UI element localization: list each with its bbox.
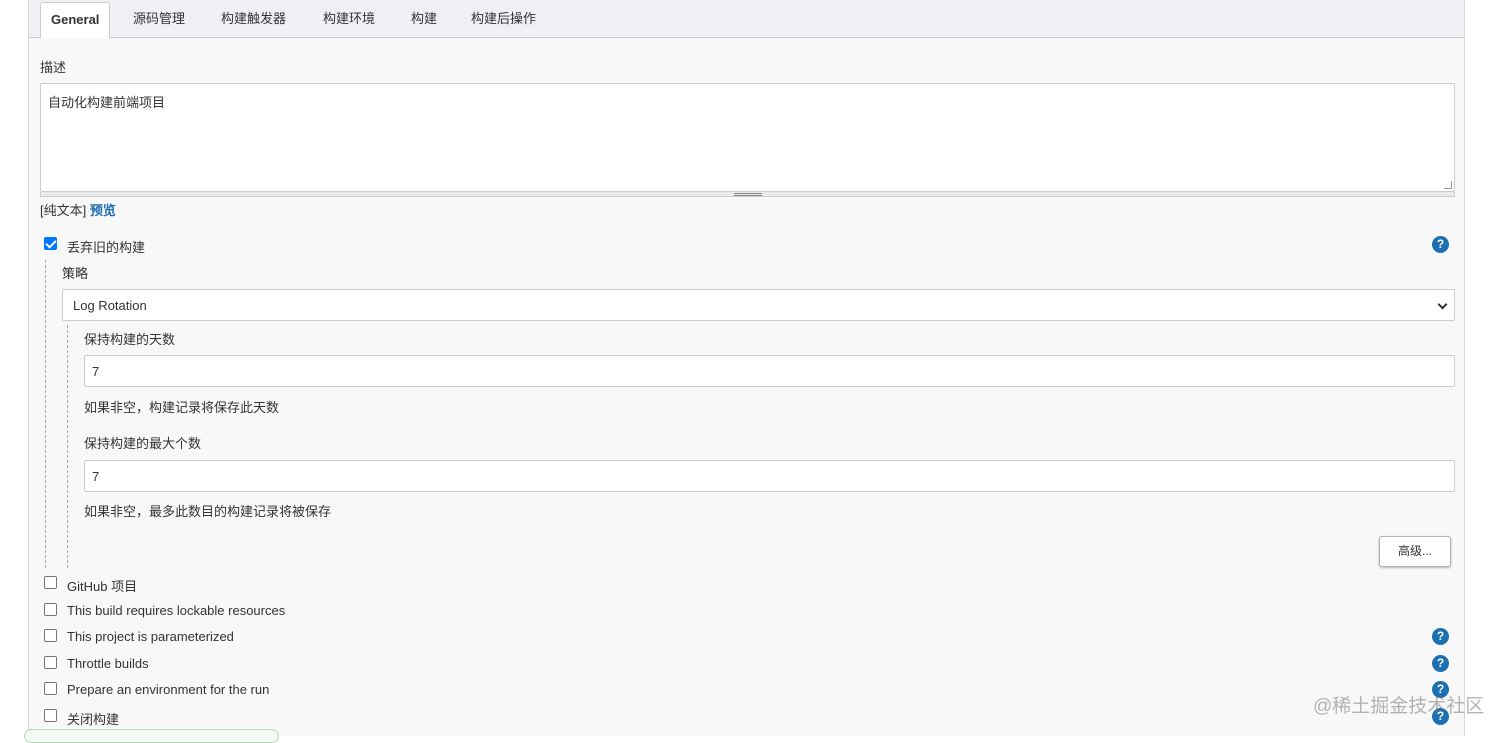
tab-build[interactable]: 构建 [411,0,437,38]
parameterized-checkbox[interactable] [44,629,57,642]
parameterized-label: This project is parameterized [67,629,234,644]
strategy-select[interactable]: Log Rotation [62,289,1455,321]
description-value: 自动化构建前端项目 [48,95,166,110]
days-to-keep-value: 7 [92,364,100,379]
bottom-status-tag [24,729,279,743]
disable-build-label: 关闭构建 [67,712,120,727]
discard-old-builds-label: 丢弃旧的构建 [67,240,146,255]
advanced-button[interactable]: 高级... [1379,536,1451,567]
max-builds-value: 7 [92,469,100,484]
tab-source-code-management[interactable]: 源码管理 [133,0,185,38]
disable-build-checkbox[interactable] [44,709,57,722]
help-icon[interactable]: ? [1432,655,1449,672]
config-tab-bar: General 源码管理 构建触发器 构建环境 构建 构建后操作 [29,0,1464,39]
days-to-keep-label: 保持构建的天数 [84,332,176,347]
throttle-builds-checkbox[interactable] [44,656,57,669]
watermark: @稀土掘金技术社区 [1313,696,1485,717]
job-config-panel: General 源码管理 构建触发器 构建环境 构建 构建后操作 描述 自动化构… [28,0,1465,736]
description-label: 描述 [40,60,67,75]
plain-text-label: [纯文本] [40,203,87,218]
tab-post-build-actions[interactable]: 构建后操作 [471,0,536,38]
discard-old-builds-checkbox[interactable] [44,237,57,250]
strategy-selected-value: Log Rotation [73,298,147,313]
prepare-environment-label: Prepare an environment for the run [67,682,270,697]
help-icon[interactable]: ? [1432,236,1449,253]
resize-grip-icon[interactable] [1444,181,1452,189]
max-builds-input[interactable]: 7 [84,460,1455,492]
tab-build-triggers[interactable]: 构建触发器 [221,0,286,38]
days-to-keep-input[interactable]: 7 [84,355,1455,387]
throttle-builds-label: Throttle builds [67,656,149,671]
max-builds-hint: 如果非空，最多此数目的构建记录将被保存 [84,504,332,519]
preview-link[interactable]: 预览 [90,203,116,218]
days-to-keep-hint: 如果非空，构建记录将保存此天数 [84,400,280,415]
subsection-guide-line [67,325,68,568]
description-format-row: [纯文本] 预览 [40,200,116,219]
textarea-drag-bar[interactable] [40,192,1455,197]
github-project-label: GitHub 项目 [67,579,138,594]
chevron-down-icon [1437,299,1448,310]
drag-handle-icon [734,193,762,196]
strategy-label: 策略 [62,266,89,281]
github-project-checkbox[interactable] [44,576,57,589]
tab-general[interactable]: General [40,2,111,39]
help-icon[interactable]: ? [1432,628,1449,645]
tab-build-environment[interactable]: 构建环境 [323,0,375,38]
description-textarea[interactable]: 自动化构建前端项目 [40,83,1455,192]
max-builds-label: 保持构建的最大个数 [84,436,202,451]
prepare-environment-checkbox[interactable] [44,682,57,695]
lockable-resources-checkbox[interactable] [44,603,57,616]
section-guide-line [45,260,46,568]
lockable-resources-label: This build requires lockable resources [67,603,286,618]
